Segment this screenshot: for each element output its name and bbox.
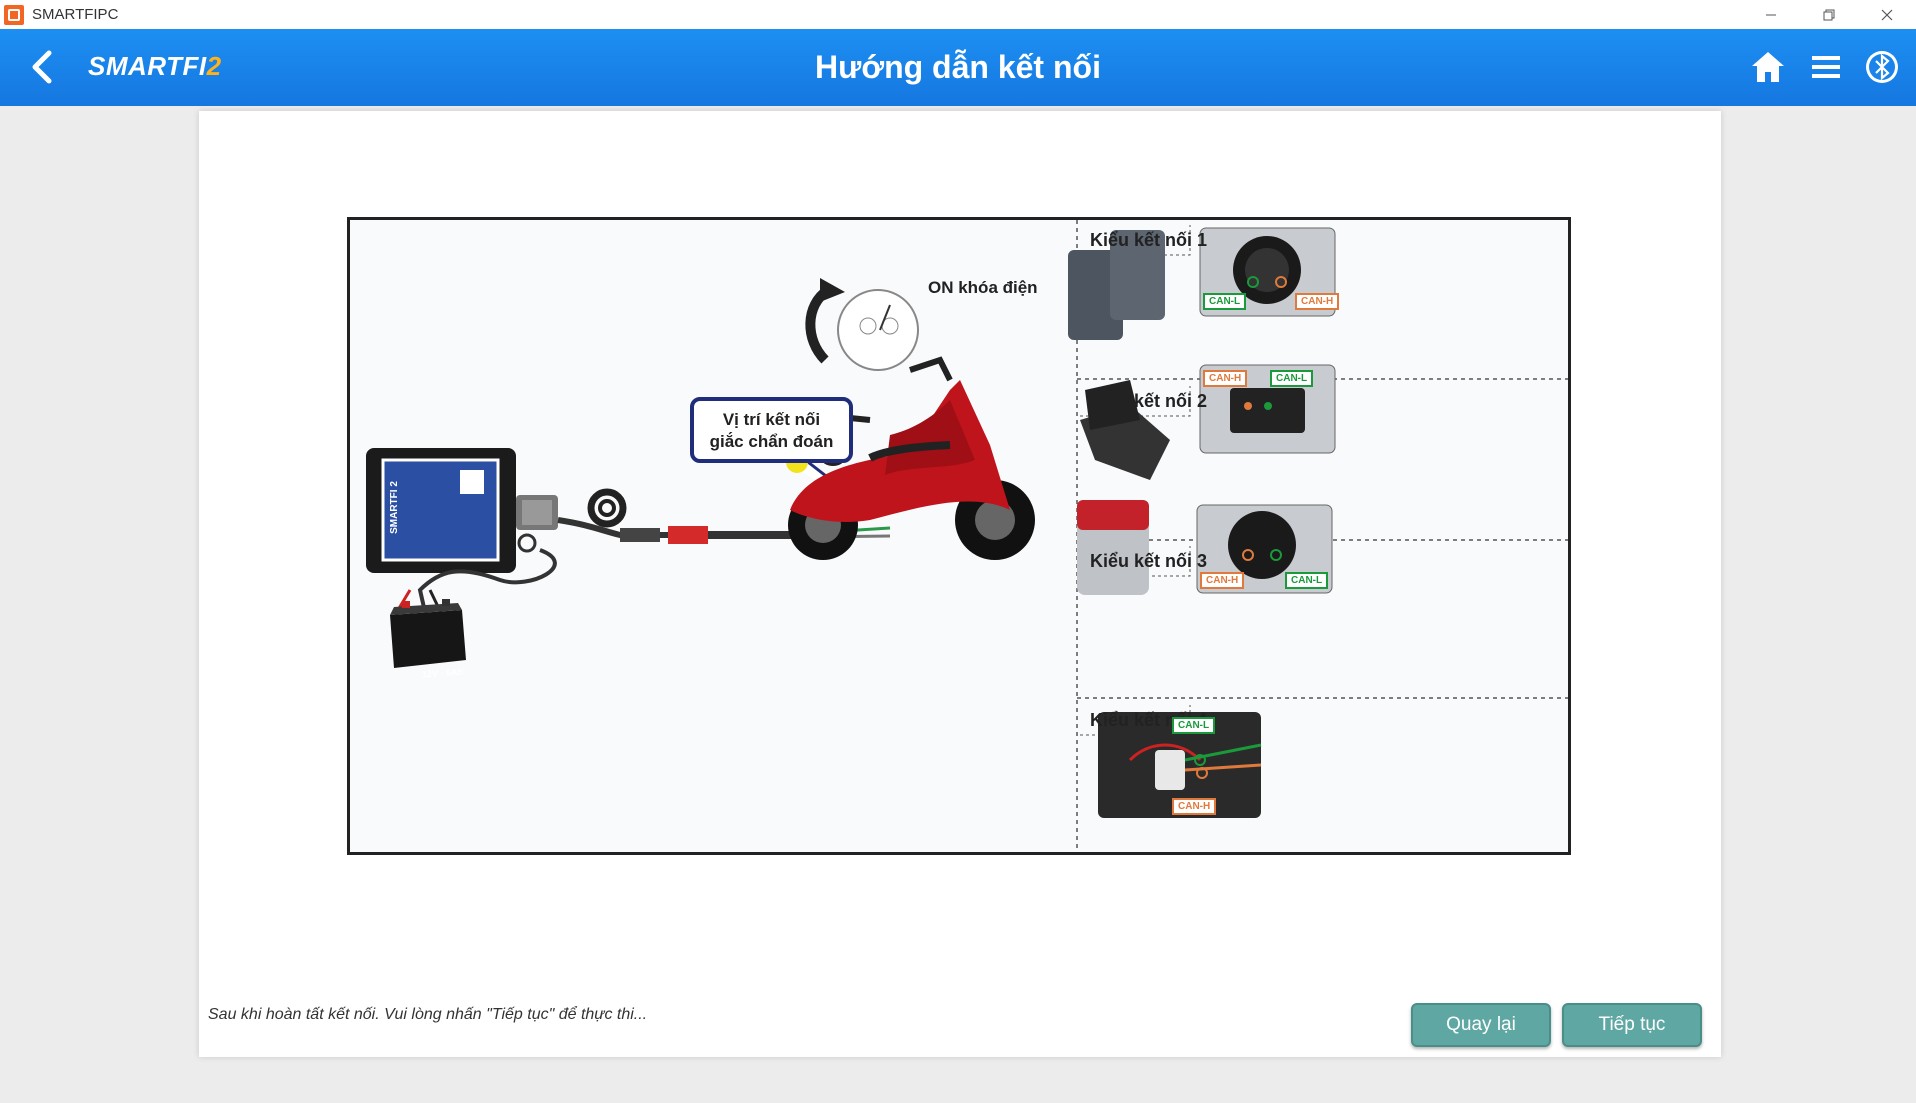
ignition-label: ON khóa điện bbox=[928, 278, 1038, 297]
window-titlebar: SMARTFIPC bbox=[0, 0, 1916, 29]
battery bbox=[390, 599, 466, 668]
can-h-tag: CAN-H bbox=[1172, 798, 1217, 815]
window-controls bbox=[1742, 0, 1916, 29]
bluetooth-button[interactable] bbox=[1861, 46, 1903, 88]
back-step-button[interactable]: Quay lại bbox=[1411, 1003, 1551, 1047]
instruction-note: Sau khi hoàn tất kết nối. Vui lòng nhấn … bbox=[208, 1006, 648, 1023]
callout-line-2: giắc chẩn đoán bbox=[709, 432, 834, 451]
page-title: Hướng dẫn kết nối bbox=[815, 49, 1101, 85]
connection-type-1-label: Kiểu kết nối 1 bbox=[1090, 230, 1208, 250]
can-l-tag: CAN-L bbox=[1285, 572, 1329, 589]
can-l-tag: CAN-L bbox=[1270, 370, 1314, 387]
app-logo-icon bbox=[4, 4, 24, 25]
minimize-button[interactable] bbox=[1742, 0, 1800, 29]
continue-button[interactable]: Tiếp tục bbox=[1562, 1003, 1702, 1047]
can-h-tag: CAN-H bbox=[1295, 293, 1340, 310]
can-l-tag: CAN-L bbox=[1203, 293, 1247, 310]
connection-diagram: ON khóa điện Vị trí kết nối giắc chẩn đo… bbox=[347, 217, 1571, 855]
can-h-tag: CAN-H bbox=[1203, 370, 1248, 387]
app-header: SMARTFI2 Hướng dẫn kết nối bbox=[0, 29, 1916, 106]
close-window-button[interactable] bbox=[1858, 0, 1916, 29]
bluetooth-icon bbox=[1866, 51, 1898, 83]
can-l-tag: CAN-L bbox=[1172, 717, 1216, 734]
restore-button[interactable] bbox=[1800, 0, 1858, 29]
home-icon bbox=[1752, 52, 1784, 82]
home-button[interactable] bbox=[1747, 46, 1789, 88]
can-h-tag: CAN-H bbox=[1200, 572, 1245, 589]
diagnostic-port-callout: Vị trí kết nối giắc chẩn đoán bbox=[690, 397, 853, 463]
callout-line-1: Vị trí kết nối bbox=[722, 410, 821, 429]
connection-type-2-label: Kiểu kết nối 2 bbox=[1090, 391, 1208, 411]
menu-button[interactable] bbox=[1805, 46, 1847, 88]
window-title: SMARTFIPC bbox=[32, 6, 119, 23]
connection-type-3-label: Kiểu kết nối 3 bbox=[1090, 551, 1208, 571]
diagram-illustration bbox=[366, 220, 1568, 852]
device-label: SMARTFI 2 bbox=[388, 481, 400, 534]
menu-icon bbox=[1812, 56, 1840, 78]
